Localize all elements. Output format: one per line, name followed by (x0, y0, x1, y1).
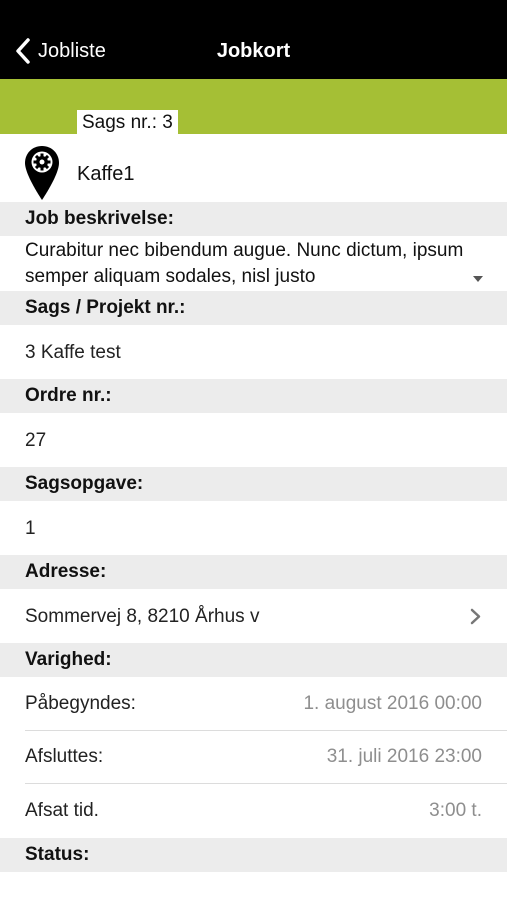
page-title: Jobkort (216, 40, 291, 62)
section-header-job-description: Job beskrivelse: (0, 202, 507, 236)
start-value: 1. august 2016 00:00 (303, 693, 482, 714)
case-number-tag: Sags nr.: 3 (77, 110, 178, 134)
end-value: 31. juli 2016 23:00 (326, 746, 482, 767)
location-pin-gear-icon (25, 146, 59, 200)
end-label: Afsluttes: (25, 746, 104, 767)
allotted-time-value: 3:00 t. (429, 800, 482, 821)
task-value: 1 (25, 518, 36, 539)
chevron-right-icon[interactable] (470, 608, 481, 625)
section-header-status: Status: (0, 838, 507, 872)
navigation-bar: Jobliste Jobkort (0, 0, 507, 79)
order-value: 27 (25, 430, 47, 451)
caret-down-icon[interactable] (472, 275, 484, 283)
divider (25, 730, 507, 731)
project-value: 3 Kaffe test (25, 342, 121, 363)
section-header-order: Ordre nr.: (0, 379, 507, 413)
divider (25, 783, 507, 784)
address-value: Sommervej 8, 8210 Århus v (25, 606, 260, 627)
start-label: Påbegyndes: (25, 693, 136, 714)
section-header-project: Sags / Projekt nr.: (0, 291, 507, 325)
allotted-time-label: Afsat tid. (25, 800, 99, 821)
address-row[interactable]: Sommervej 8, 8210 Århus v (0, 590, 507, 643)
job-name: Kaffe1 (77, 163, 135, 185)
section-header-address: Adresse: (0, 555, 507, 589)
section-header-duration: Varighed: (0, 643, 507, 677)
job-description-text[interactable]: Curabitur nec bibendum augue. Nunc dictu… (25, 238, 465, 290)
section-header-task: Sagsopgave: (0, 467, 507, 501)
